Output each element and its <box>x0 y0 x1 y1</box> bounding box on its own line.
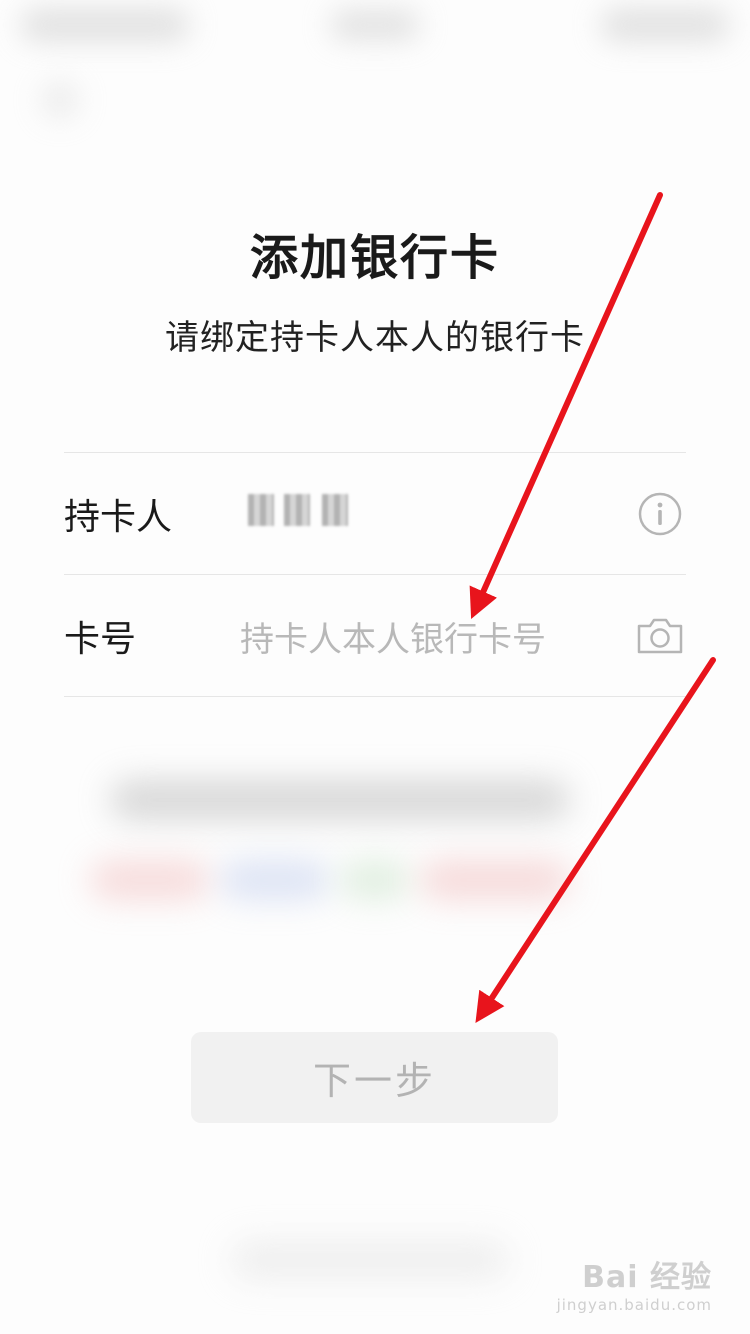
status-bar-blurred <box>0 0 750 130</box>
baidu-jingyan-watermark: Bai 经验 jingyan.baidu.com <box>557 1252 712 1314</box>
form-divider-bottom <box>64 696 686 697</box>
watermark-sub: jingyan.baidu.com <box>556 1296 712 1314</box>
form-divider-middle <box>64 574 686 575</box>
blurred-supported-banks <box>70 760 680 940</box>
page-title: 添加银行卡 <box>249 230 500 286</box>
watermark-main: Bai 经验 <box>582 1260 712 1295</box>
card-holder-value-masked <box>240 490 634 539</box>
card-holder-label: 持卡人 <box>64 497 173 538</box>
page-subtitle: 请绑定持卡人本人的银行卡 <box>165 318 585 358</box>
footer-blurred <box>230 1240 510 1280</box>
card-holder-row: 持卡人 <box>64 454 686 574</box>
form-divider-top <box>64 452 686 453</box>
card-number-input[interactable]: 持卡人本人银行卡号 <box>240 612 634 661</box>
card-number-row[interactable]: 卡号 持卡人本人银行卡号 <box>64 576 686 696</box>
add-bank-card-screen: 添加银行卡 请绑定持卡人本人的银行卡 持卡人 卡号 持卡人本人银行卡号 下一步 … <box>0 0 750 1334</box>
next-step-button[interactable]: 下一步 <box>191 1032 558 1123</box>
info-circle-icon[interactable] <box>634 488 686 540</box>
card-number-label: 卡号 <box>64 619 137 660</box>
camera-icon[interactable] <box>634 610 686 662</box>
